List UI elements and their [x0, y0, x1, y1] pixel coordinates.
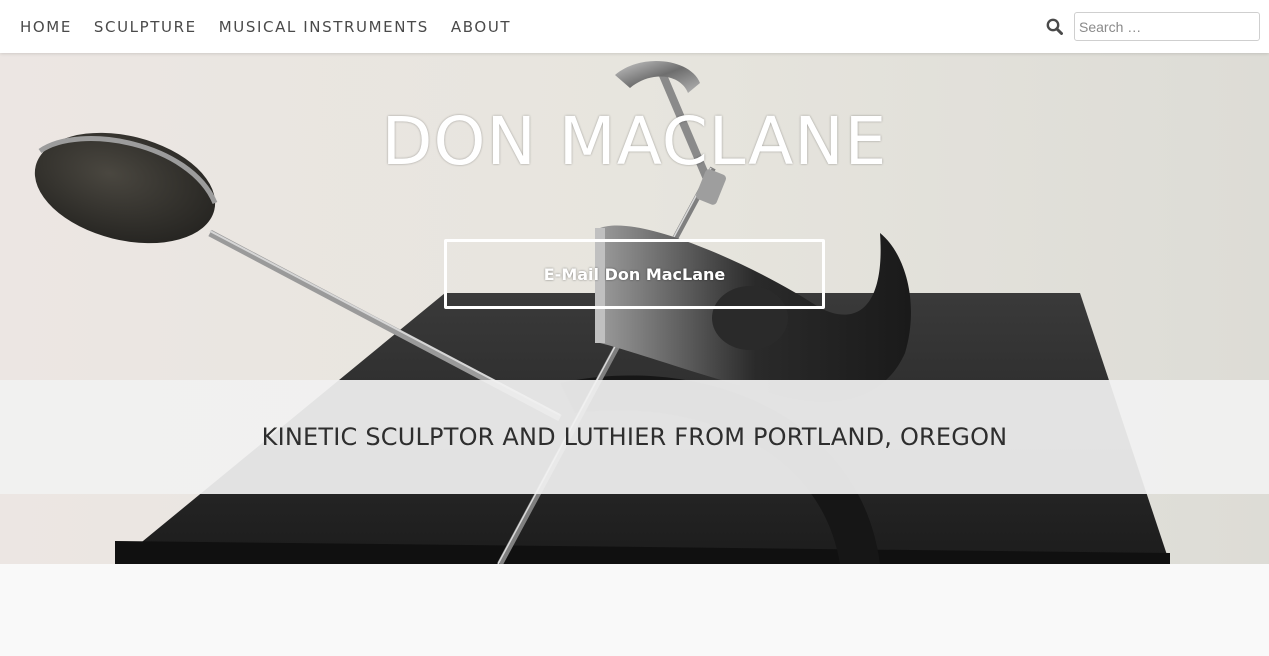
- nav-item-musical-instruments[interactable]: MUSICAL INSTRUMENTS: [219, 18, 429, 36]
- site-tagline: KINETIC SCULPTOR AND LUTHIER FROM PORTLA…: [261, 423, 1008, 451]
- site-header: HOME SCULPTURE MUSICAL INSTRUMENTS ABOUT: [0, 0, 1269, 53]
- search-form: [1044, 12, 1260, 41]
- page-content: [0, 564, 1269, 656]
- main-navigation: HOME SCULPTURE MUSICAL INSTRUMENTS ABOUT: [20, 0, 511, 53]
- site-title: DON MACLANE: [381, 103, 888, 180]
- nav-item-about[interactable]: ABOUT: [451, 18, 511, 36]
- search-input[interactable]: [1074, 12, 1260, 41]
- search-icon[interactable]: [1044, 17, 1064, 37]
- nav-item-home[interactable]: HOME: [20, 18, 72, 36]
- nav-item-sculpture[interactable]: SCULPTURE: [94, 18, 197, 36]
- email-button[interactable]: E-Mail Don MacLane: [444, 239, 825, 309]
- tagline-band: KINETIC SCULPTOR AND LUTHIER FROM PORTLA…: [0, 380, 1269, 494]
- hero-banner: DON MACLANE E-Mail Don MacLane KINETIC S…: [0, 53, 1269, 564]
